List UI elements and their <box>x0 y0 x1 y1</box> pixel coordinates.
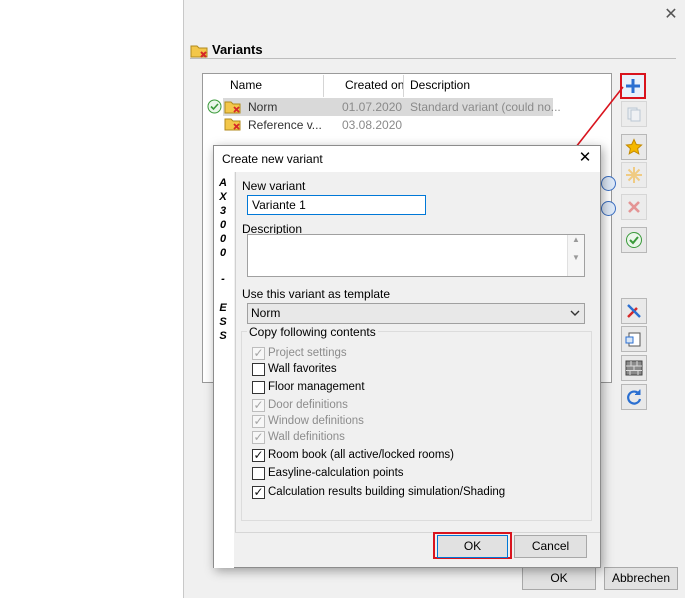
window-close-button[interactable]: ✕ <box>662 6 680 24</box>
vertical-char: 0 <box>219 233 227 245</box>
vertical-char: X <box>219 191 227 203</box>
new-variant-input[interactable]: Variante 1 <box>247 195 426 215</box>
template-label: Use this variant as template <box>242 287 391 301</box>
checkbox-label: Easyline-calculation points <box>268 467 404 479</box>
title-divider <box>190 58 676 59</box>
move-down-icon[interactable] <box>601 201 616 216</box>
outer-cancel-button[interactable]: Abbrechen <box>604 567 678 590</box>
checkmark-icon: ✓ <box>253 414 264 428</box>
checkbox-label: Wall favorites <box>268 363 337 375</box>
checkbox-wall-favorites[interactable] <box>252 363 265 376</box>
dialog-close-button[interactable]: ✕ <box>576 149 594 167</box>
copy-contents-label: Copy following contents <box>247 325 378 339</box>
tools-icon <box>627 304 641 318</box>
dialog-title: Create new variant <box>222 152 323 166</box>
row-name[interactable]: Reference v... <box>248 116 322 134</box>
vertical-char: S <box>219 316 227 328</box>
activate-variant-button[interactable] <box>621 227 647 253</box>
template-select[interactable]: Norm <box>247 303 585 324</box>
folder-variant-icon <box>224 101 241 114</box>
description-textarea[interactable] <box>247 234 585 277</box>
dialog-divider <box>235 532 600 533</box>
export-icon <box>625 332 641 347</box>
description-scrollbar[interactable]: ▲ ▼ <box>567 235 584 276</box>
chevron-down-icon[interactable] <box>568 305 582 321</box>
column-separator[interactable] <box>323 75 324 97</box>
checkmark-icon: ✓ <box>253 448 264 462</box>
column-header-created[interactable]: Created on <box>345 75 404 95</box>
checkbox-label: Room book (all active/locked rooms) <box>268 449 454 461</box>
wall-button[interactable] <box>621 355 647 381</box>
outer-ok-button[interactable]: OK <box>522 567 596 590</box>
row-created: 03.08.2020 <box>342 118 403 132</box>
column-header-name[interactable]: Name <box>230 75 262 95</box>
checkmark-icon: ✓ <box>253 398 264 412</box>
page-title: Variants <box>212 42 263 57</box>
checkbox-label: Window definitions <box>268 415 364 427</box>
folder-variant-icon <box>190 45 208 58</box>
vertical-char: A <box>219 177 227 189</box>
checkbox-floor-management[interactable] <box>252 381 265 394</box>
vertical-product-strip <box>214 172 234 568</box>
refresh-button[interactable] <box>621 384 647 410</box>
checkbox-label: Calculation results building simulation/… <box>268 486 506 498</box>
delete-variant-button[interactable] <box>621 194 647 220</box>
vertical-char: 0 <box>219 219 227 231</box>
row-name: Norm <box>248 100 278 114</box>
wall-icon <box>625 360 643 376</box>
active-check-icon <box>207 99 222 114</box>
delete-icon <box>628 201 640 213</box>
row-created: 01.07.2020 <box>342 100 403 114</box>
vertical-char: E <box>219 302 227 314</box>
check-icon <box>626 232 642 248</box>
checkbox-label: Wall definitions <box>268 431 345 443</box>
vertical-char: 3 <box>219 205 227 217</box>
dialog-cancel-button[interactable]: Cancel <box>514 535 587 558</box>
folder-variant-icon <box>224 118 241 131</box>
export-button[interactable] <box>621 326 647 352</box>
checkbox-label: Floor management <box>268 381 365 393</box>
checkbox-easyline-points[interactable] <box>252 467 265 480</box>
new-variant-label: New variant <box>242 179 306 193</box>
tools-button[interactable] <box>621 298 647 324</box>
vertical-char: 0 <box>219 247 227 259</box>
vertical-char: S <box>219 330 227 342</box>
checkmark-icon: ✓ <box>253 346 264 360</box>
checkmark-icon: ✓ <box>253 430 264 444</box>
row-description: Standard variant (could no... <box>410 100 561 114</box>
refresh-icon <box>627 389 642 405</box>
checkmark-icon: ✓ <box>253 485 264 499</box>
checkbox-label: Door definitions <box>268 399 348 411</box>
column-header-description[interactable]: Description <box>410 75 470 95</box>
column-separator[interactable] <box>403 75 404 97</box>
dialog-ok-button[interactable]: OK <box>437 535 508 558</box>
vertical-char: - <box>221 273 225 285</box>
checkbox-label: Project settings <box>268 347 347 359</box>
